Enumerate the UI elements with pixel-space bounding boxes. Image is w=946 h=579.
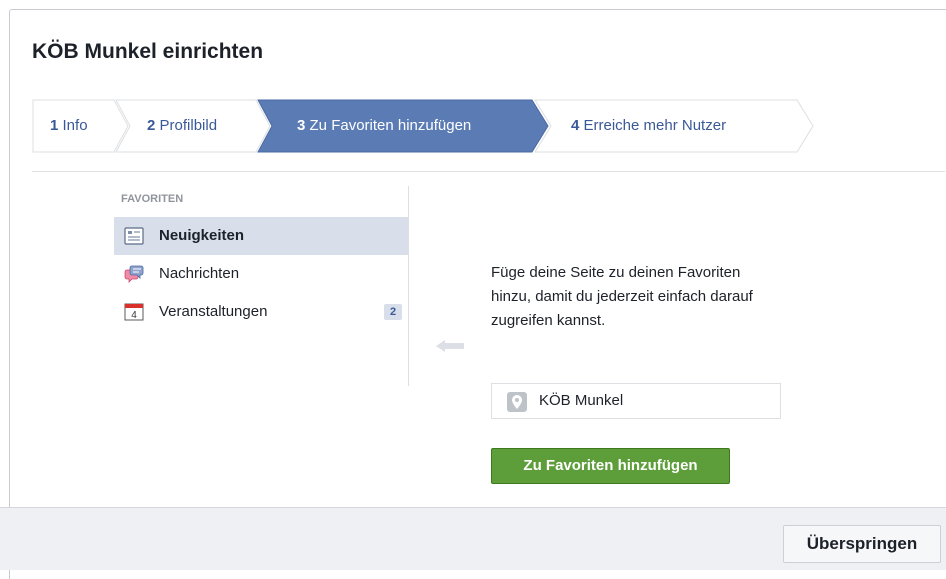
favorite-item-label: Veranstaltungen — [159, 303, 268, 320]
favorite-item-veranstaltungen[interactable]: 4 Veranstaltungen 2 — [114, 293, 408, 331]
page-preview: KÖB Munkel — [491, 383, 781, 419]
favorite-item-nachrichten[interactable]: Nachrichten — [114, 255, 408, 293]
messages-icon — [124, 265, 144, 283]
step-profilbild[interactable]: 2 Profilbild — [115, 99, 275, 153]
calendar-icon: 4 — [124, 303, 144, 321]
step-favoriten[interactable]: 3 Zu Favoriten hinzufügen — [257, 99, 552, 153]
step-number: 1 — [50, 117, 59, 134]
step-mehr-nutzer[interactable]: 4 Erreiche mehr Nutzer — [534, 99, 819, 153]
step-number: 2 — [147, 117, 156, 134]
map-pin-icon — [507, 392, 527, 412]
stepper-divider — [32, 171, 945, 172]
favorite-item-neuigkeiten[interactable]: Neuigkeiten — [114, 217, 408, 255]
arrow-left-icon — [436, 339, 466, 358]
favorite-item-label: Nachrichten — [159, 265, 240, 282]
favorites-header: FAVORITEN — [121, 193, 184, 205]
step-label: Erreiche mehr Nutzer — [583, 117, 727, 134]
favorite-item-label: Neuigkeiten — [159, 227, 245, 244]
step-label: Info — [62, 117, 88, 134]
page-name: KÖB Munkel — [539, 392, 624, 409]
count-badge: 2 — [384, 304, 402, 320]
column-divider — [408, 186, 409, 386]
dialog-title: KÖB Munkel einrichten — [32, 40, 264, 63]
step-number: 3 — [297, 117, 306, 134]
news-feed-icon — [124, 227, 144, 245]
favorites-description: Füge deine Seite zu deinen Favoriten hin… — [491, 264, 753, 329]
skip-button[interactable]: Überspringen — [783, 525, 941, 563]
step-number: 4 — [571, 117, 580, 134]
add-to-favorites-button[interactable]: Zu Favoriten hinzufügen — [491, 448, 730, 484]
step-label: Zu Favoriten hinzufügen — [309, 117, 472, 134]
calendar-day: 4 — [131, 310, 137, 321]
step-label: Profilbild — [159, 117, 218, 134]
